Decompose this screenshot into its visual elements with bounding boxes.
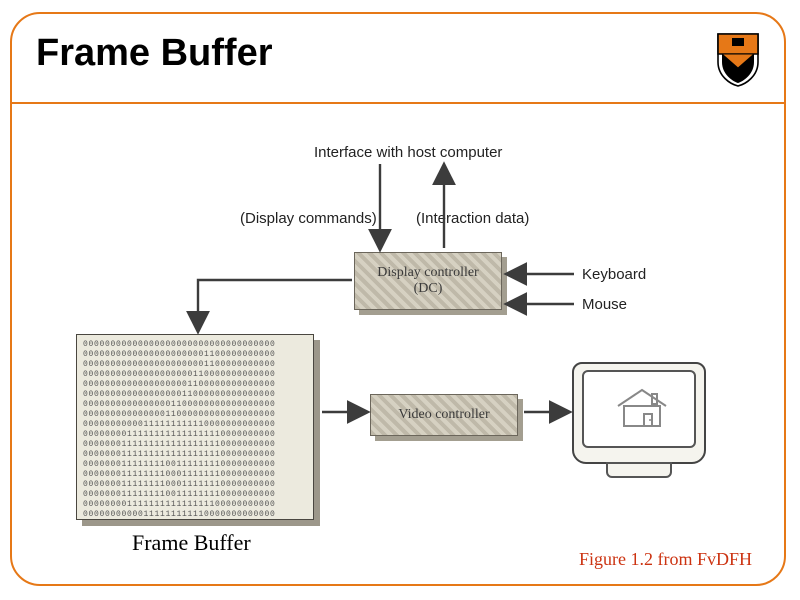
label-display-commands: (Display commands) [240,210,377,227]
block-display-controller: Display controller (DC) [354,252,502,310]
label-interface: Interface with host computer [314,144,502,161]
princeton-shield-icon [716,32,760,88]
title-divider [12,102,784,104]
slide-title: Frame Buffer [36,32,273,75]
crt-monitor-icon [572,362,702,472]
block-video-controller: Video controller [370,394,518,436]
label-mouse: Mouse [582,296,627,313]
label-interaction-data: (Interaction data) [416,210,529,227]
frame-buffer-caption: Frame Buffer [132,530,251,556]
figure-caption: Figure 1.2 from FvDFH [579,549,752,570]
label-keyboard: Keyboard [582,266,646,283]
slide-frame: Frame Buffer Interface with host compute… [10,12,786,586]
frame-buffer-memory: 00000000000000000000000000000000000 0000… [76,334,314,520]
